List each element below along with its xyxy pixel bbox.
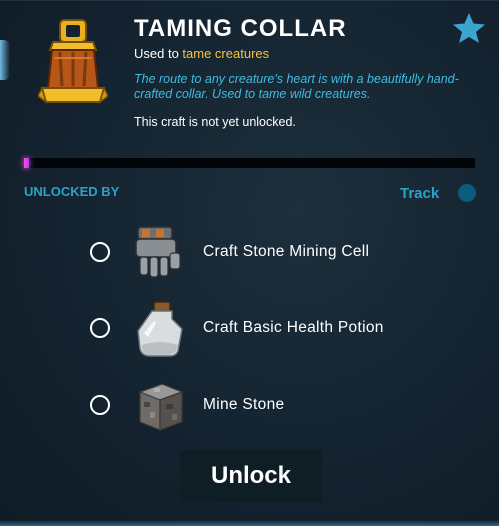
requirement-radio[interactable] xyxy=(90,318,110,338)
used-to-target: tame creatures xyxy=(182,46,270,61)
unlock-progress-bar xyxy=(24,158,475,168)
requirement-row: Craft Basic Health Potion xyxy=(90,301,470,361)
requirement-label: Craft Basic Health Potion xyxy=(203,319,384,336)
stone-block-icon xyxy=(138,383,184,431)
requirement-label: Craft Stone Mining Cell xyxy=(203,243,370,260)
requirement-radio[interactable] xyxy=(90,395,110,415)
favorite-star-icon[interactable] xyxy=(452,12,486,44)
item-title: TAMING COLLAR xyxy=(134,15,347,42)
track-button[interactable]: Track xyxy=(400,185,439,202)
requirement-radio[interactable] xyxy=(90,242,110,262)
health-potion-icon xyxy=(137,301,183,357)
side-tab-glow xyxy=(0,40,10,80)
item-description: The route to any creature's heart is wit… xyxy=(134,72,459,101)
used-to-line: Used to tame creatures xyxy=(134,46,269,61)
requirement-row: Mine Stone xyxy=(90,378,470,438)
requirement-label: Mine Stone xyxy=(203,396,285,413)
track-toggle[interactable] xyxy=(458,184,476,202)
lock-status: This craft is not yet unlocked. xyxy=(134,115,296,129)
unlocked-by-heading: UNLOCKED BY xyxy=(24,184,120,199)
panel-bottom-border xyxy=(0,520,499,526)
taming-collar-icon xyxy=(38,19,108,104)
stone-mining-cell-icon xyxy=(135,226,181,278)
used-to-prefix: Used to xyxy=(134,46,183,61)
progress-fill xyxy=(24,158,29,168)
unlock-button[interactable]: Unlock xyxy=(180,450,322,502)
requirement-row: Craft Stone Mining Cell xyxy=(90,225,470,285)
